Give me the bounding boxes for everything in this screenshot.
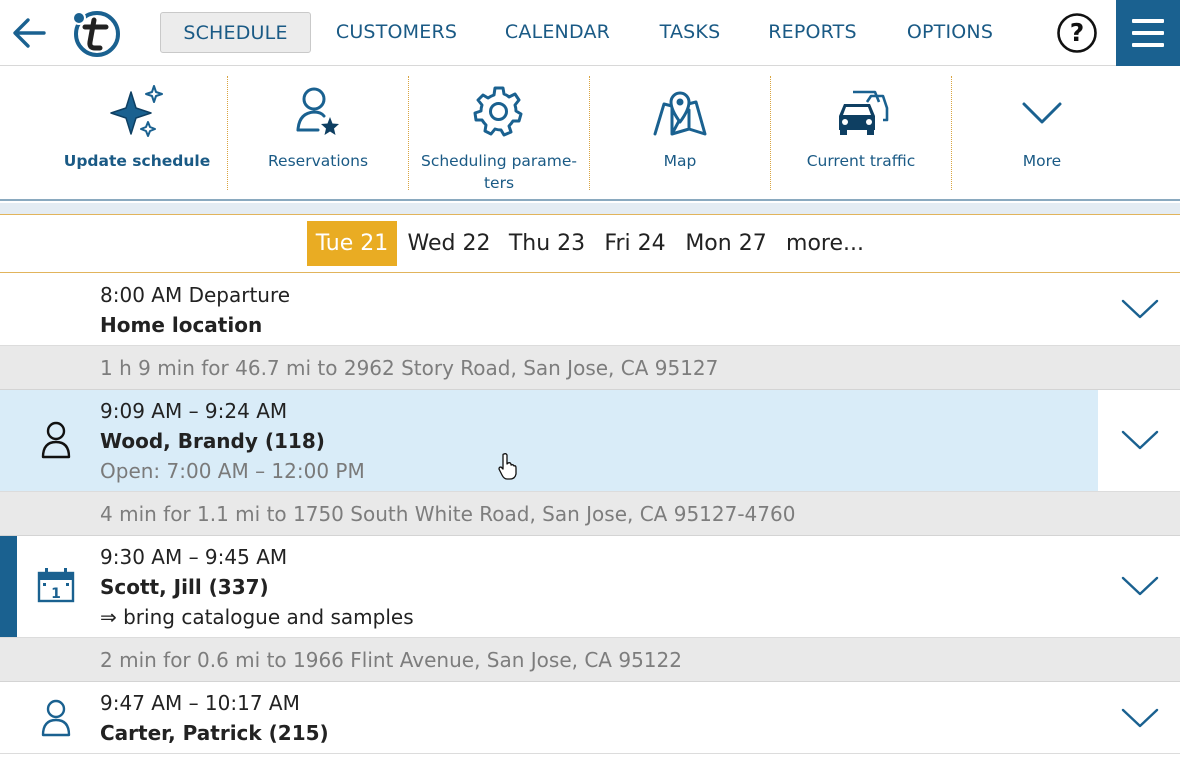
more-button[interactable]: More [952, 76, 1132, 190]
travel-segment: 2 min for 0.6 mi to 1966 Flint Avenue, S… [0, 638, 1180, 682]
day-tab-fri-24[interactable]: Fri 24 [598, 221, 672, 266]
appointment-marker [0, 536, 17, 637]
day-tab-wed-22[interactable]: Wed 22 [402, 221, 496, 266]
schedule-departure-row[interactable]: 8:00 AM Departure Home location [0, 273, 1180, 346]
person-star-icon [296, 87, 339, 135]
gear-icon [473, 86, 523, 137]
day-tab-more[interactable]: more... [780, 221, 870, 266]
appointment-time: 9:30 AM – 9:45 AM [100, 545, 288, 569]
back-arrow-icon[interactable] [10, 14, 50, 52]
departure-place: Home location [100, 313, 263, 337]
chevron-down-icon[interactable] [1120, 428, 1160, 452]
travel-info: 1 h 9 min for 46.7 mi to 2962 Story Road… [100, 356, 719, 380]
map-button[interactable]: Map [590, 76, 770, 190]
map-icon [653, 91, 707, 136]
chevron-down-icon[interactable] [1120, 706, 1160, 730]
reservations-button[interactable]: Reservations [228, 76, 408, 190]
update-schedule-label: Update schedule [63, 152, 211, 170]
departure-time: 8:00 AM Departure [100, 283, 291, 307]
person-icon [41, 421, 71, 459]
action-toolbar: Update schedule Reservations Scheduling … [0, 66, 1180, 201]
travel-info: 2 min for 0.6 mi to 1966 Flint Avenue, S… [100, 648, 682, 672]
appointment-row[interactable]: 1 9:30 AM – 9:45 AM Scott, Jill (337) ⇒ … [0, 536, 1180, 638]
appointment-customer: Scott, Jill (337) [100, 575, 269, 599]
chevron-down-icon [1022, 102, 1062, 124]
scheduling-parameters-button[interactable]: Scheduling parame- ters [409, 76, 589, 192]
travel-info: 4 min for 1.1 mi to 1750 South White Roa… [100, 502, 796, 526]
appointment-time: 9:47 AM – 10:17 AM [100, 691, 300, 715]
appointment-customer: Carter, Patrick (215) [100, 721, 329, 745]
nav-tab-schedule[interactable]: SCHEDULE [160, 12, 311, 53]
scheduling-parameters-label: Scheduling parame- ters [420, 152, 578, 192]
map-label: Map [663, 152, 697, 170]
chevron-down-icon[interactable] [1120, 297, 1160, 321]
chevron-down-icon[interactable] [1120, 574, 1160, 598]
appointment-customer: Wood, Brandy (118) [100, 429, 325, 453]
nav-tab-reports[interactable]: REPORTS [757, 12, 868, 53]
nav-tab-options[interactable]: OPTIONS [894, 12, 1006, 53]
appointment-note: Open: 7:00 AM – 12:00 PM [100, 459, 365, 483]
help-button[interactable]: ? [1056, 12, 1098, 54]
nav-tab-calendar[interactable]: CALENDAR [494, 12, 621, 53]
nav-tab-tasks[interactable]: TASKS [648, 12, 732, 53]
help-label: ? [1069, 18, 1085, 47]
calendar-day-number: 1 [51, 586, 61, 602]
appointment-row[interactable]: 9:47 AM – 10:17 AM Carter, Patrick (215) [0, 682, 1180, 754]
hand-cursor-icon [498, 453, 517, 480]
appointment-time: 9:09 AM – 9:24 AM [100, 399, 288, 423]
top-navigation: SCHEDULE CUSTOMERS CALENDAR TASKS REPORT… [0, 0, 1180, 66]
toolbar-divider-band [0, 203, 1180, 215]
day-tab-thu-23[interactable]: Thu 23 [504, 221, 590, 266]
reservations-label: Reservations [267, 152, 369, 170]
travel-segment: 1 h 9 min for 46.7 mi to 2962 Story Road… [0, 346, 1180, 390]
appointment-note: ⇒ bring catalogue and samples [100, 605, 414, 629]
sparkle-icon [110, 85, 163, 137]
more-label: More [1022, 152, 1062, 170]
day-selector: Tue 21 Wed 22 Thu 23 Fri 24 Mon 27 more.… [0, 215, 1180, 273]
current-traffic-label: Current traffic [806, 152, 916, 170]
appointment-row[interactable]: 9:09 AM – 9:24 AM Wood, Brandy (118) Ope… [0, 390, 1180, 492]
day-tab-tue-21[interactable]: Tue 21 [307, 221, 397, 266]
menu-button[interactable] [1116, 0, 1180, 66]
nav-tab-customers[interactable]: CUSTOMERS [324, 12, 469, 53]
day-tab-mon-27[interactable]: Mon 27 [678, 221, 774, 266]
travel-segment: 4 min for 1.1 mi to 1750 South White Roa… [0, 492, 1180, 536]
current-traffic-button[interactable]: Current traffic [771, 76, 951, 190]
person-icon [41, 699, 71, 737]
update-schedule-button[interactable]: Update schedule [47, 76, 227, 190]
app-logo [72, 11, 120, 57]
traffic-icon [839, 90, 889, 135]
menu-icon [1132, 19, 1164, 23]
